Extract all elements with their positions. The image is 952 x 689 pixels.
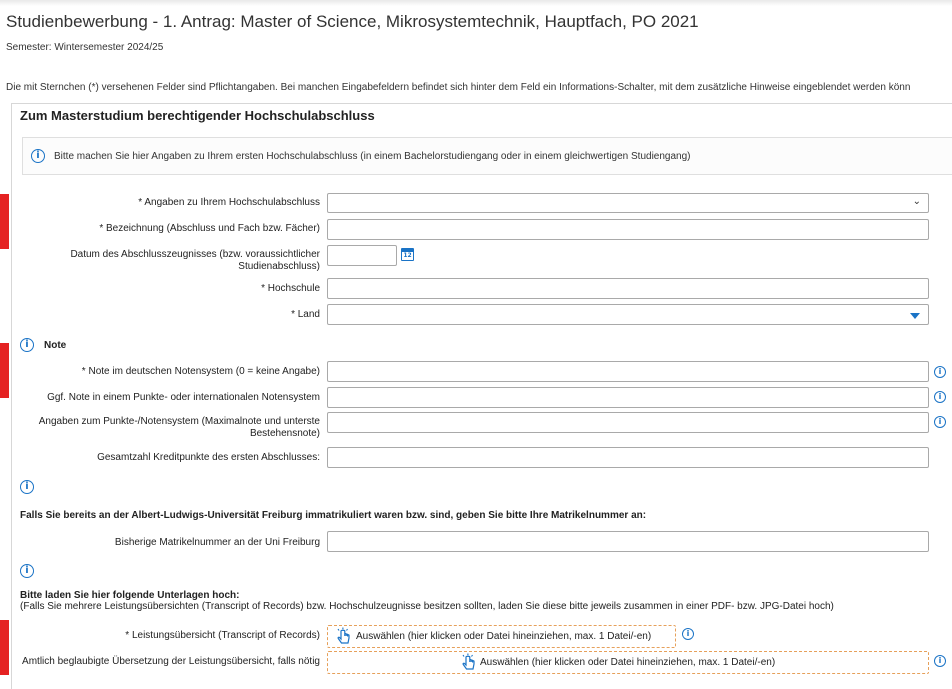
- note-heading: Note: [44, 340, 67, 351]
- grade-system-input[interactable]: [327, 412, 929, 433]
- section-title: Zum Masterstudium berechtigender Hochsch…: [20, 108, 375, 123]
- country-label: * Land: [291, 309, 320, 320]
- degree-name-label: * Bezeichnung (Abschluss und Fach bzw. F…: [99, 223, 320, 234]
- top-shadow: [0, 0, 952, 6]
- required-marker-degree: [0, 194, 9, 249]
- chevron-down-icon: ⌄: [912, 196, 921, 207]
- uploads-info-icon[interactable]: i: [20, 564, 34, 578]
- uploads-subtext: (Falls Sie mehrere Leistungsübersichten …: [20, 601, 834, 612]
- translation-info-icon[interactable]: i: [934, 655, 946, 667]
- grade-points-label: Ggf. Note in einem Punkte- oder internat…: [47, 392, 320, 403]
- matrikel-heading: Falls Sie bereits an der Albert-Ludwigs-…: [20, 510, 647, 521]
- grade-points-input[interactable]: [327, 387, 929, 408]
- degree-type-select[interactable]: ⌄: [327, 193, 929, 213]
- required-fields-notice: Die mit Sternchen (*) versehenen Felder …: [6, 82, 911, 93]
- section-info-text: Bitte machen Sie hier Angaben zu Ihrem e…: [54, 151, 691, 162]
- hand-pointer-icon: [337, 627, 350, 644]
- translation-label: Amtlich beglaubigte Übersetzung der Leis…: [22, 656, 320, 667]
- required-marker-note: [0, 343, 9, 398]
- grade-points-info-icon[interactable]: i: [934, 391, 946, 403]
- transcript-upload-dropzone[interactable]: Auswählen (hier klicken oder Datei hinei…: [327, 625, 676, 648]
- credit-points-label: Gesamtzahl Kreditpunkte des ersten Absch…: [97, 452, 320, 463]
- grade-german-info-icon[interactable]: i: [934, 366, 946, 378]
- translation-upload-dropzone[interactable]: Auswählen (hier klicken oder Datei hinei…: [327, 651, 929, 674]
- hand-pointer-icon: [462, 653, 475, 670]
- required-marker-uploads: [0, 620, 9, 675]
- credit-points-input[interactable]: [327, 447, 929, 468]
- dropdown-caret-icon: [910, 313, 920, 319]
- grade-german-label: * Note im deutschen Notensystem (0 = kei…: [81, 366, 320, 377]
- grade-system-info-icon[interactable]: i: [934, 416, 946, 428]
- certificate-date-label: Datum des Abschlusszeugnisses (bzw. vora…: [70, 249, 320, 272]
- certificate-date-input[interactable]: [327, 245, 397, 266]
- uploads-heading: Bitte laden Sie hier folgende Unterlagen…: [20, 590, 240, 601]
- matrikel-info-icon[interactable]: i: [20, 480, 34, 494]
- info-icon: i: [31, 149, 45, 163]
- grade-german-input[interactable]: [327, 361, 929, 382]
- university-label: * Hochschule: [261, 283, 320, 294]
- translation-upload-label: Auswählen (hier klicken oder Datei hinei…: [480, 657, 776, 668]
- page-title: Studienbewerbung - 1. Antrag: Master of …: [6, 12, 699, 31]
- degree-type-label: * Angaben zu Ihrem Hochschulabschluss: [138, 197, 320, 208]
- transcript-upload-label: Auswählen (hier klicken oder Datei hinei…: [356, 631, 652, 642]
- semester-label: Semester: Wintersemester 2024/25: [6, 42, 164, 53]
- calendar-icon[interactable]: 12: [401, 248, 414, 261]
- matrikel-input[interactable]: [327, 531, 929, 552]
- note-info-icon[interactable]: i: [20, 338, 34, 352]
- grade-system-label: Angaben zum Punkte-/Notensystem (Maximal…: [38, 416, 320, 439]
- degree-name-input[interactable]: [327, 219, 929, 240]
- university-input[interactable]: [327, 278, 929, 299]
- country-select[interactable]: [327, 304, 929, 325]
- transcript-label: * Leistungsübersicht (Transcript of Reco…: [125, 630, 320, 641]
- matrikel-label: Bisherige Matrikelnummer an der Uni Frei…: [114, 537, 320, 548]
- transcript-info-icon[interactable]: i: [682, 628, 694, 640]
